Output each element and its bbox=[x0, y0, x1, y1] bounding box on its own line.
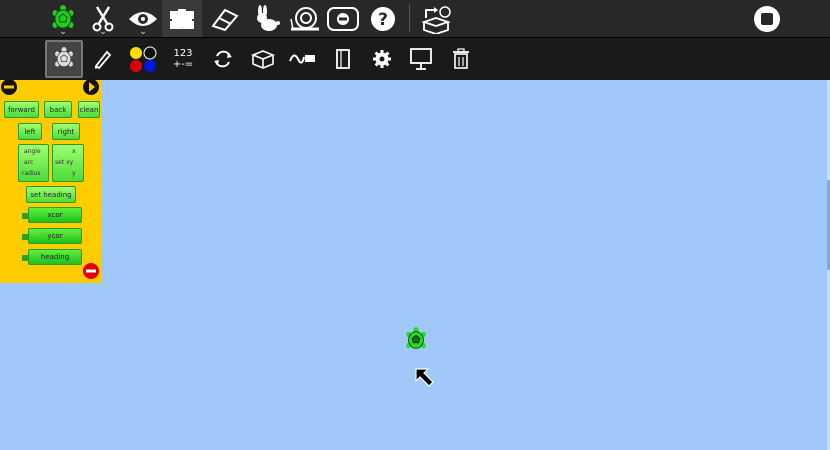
turtle-palette-button[interactable]: ⌄ bbox=[42, 0, 84, 37]
close-circle-icon bbox=[82, 262, 100, 284]
gear-icon bbox=[371, 48, 393, 70]
step-button[interactable] bbox=[322, 0, 364, 37]
arc-angle-arg: angle bbox=[24, 148, 41, 155]
run-slow-button[interactable] bbox=[284, 0, 326, 37]
block-arc[interactable]: angle arc radius bbox=[18, 144, 49, 182]
presentation-icon bbox=[409, 47, 433, 71]
block-palette: forward back clean left right angle arc … bbox=[0, 78, 101, 284]
turtle-palette-tab[interactable] bbox=[45, 40, 83, 78]
svg-text:?: ? bbox=[378, 10, 388, 30]
block-label: right bbox=[57, 127, 75, 136]
block-label: heading bbox=[40, 253, 70, 261]
presentation-palette-tab[interactable] bbox=[402, 40, 440, 78]
block-label: forward bbox=[8, 105, 35, 114]
next-palette-button[interactable] bbox=[82, 78, 100, 100]
run-fast-button[interactable] bbox=[244, 0, 286, 37]
numbers-label-bottom: +-= bbox=[172, 59, 194, 70]
block-left[interactable]: left bbox=[18, 123, 42, 140]
chevron-up-icon: ⌃ bbox=[178, 26, 186, 36]
action-icon bbox=[288, 51, 318, 67]
help-button[interactable]: ? bbox=[362, 0, 404, 37]
block-forward[interactable]: forward bbox=[4, 101, 39, 118]
numbers-palette-tab[interactable]: 123 +-= bbox=[164, 40, 202, 78]
close-palette-button[interactable] bbox=[82, 262, 100, 284]
flow-icon bbox=[212, 48, 234, 70]
block-label: clean bbox=[79, 105, 99, 114]
turtle-export-button[interactable] bbox=[416, 0, 458, 37]
block-ycor[interactable]: ycor bbox=[28, 228, 82, 244]
turtle-sprite[interactable] bbox=[404, 325, 428, 355]
collapse-palette-button[interactable] bbox=[0, 78, 18, 100]
block-back[interactable]: back bbox=[44, 101, 72, 118]
flow-palette-tab[interactable] bbox=[204, 40, 242, 78]
set-xy-label: set xy bbox=[55, 159, 74, 166]
block-label: left bbox=[24, 127, 36, 136]
eraser-icon bbox=[210, 6, 240, 32]
rabbit-icon bbox=[250, 4, 280, 33]
mouse-cursor bbox=[413, 366, 437, 394]
colors-icon bbox=[128, 45, 158, 73]
notebook-icon bbox=[334, 48, 352, 70]
toolbar-separator bbox=[409, 4, 410, 32]
trash-palette-tab[interactable] bbox=[442, 40, 480, 78]
block-label: xcor bbox=[47, 211, 63, 219]
stop-icon bbox=[326, 5, 360, 33]
set-xy-x-arg: x bbox=[72, 148, 76, 155]
turtle-export-icon bbox=[420, 4, 454, 34]
block-label: set heading bbox=[30, 190, 72, 199]
pen-icon bbox=[92, 48, 114, 70]
help-icon: ? bbox=[369, 5, 397, 33]
chevron-down-icon: ⌄ bbox=[139, 27, 147, 37]
block-label: ycor bbox=[47, 232, 63, 240]
arrow-cursor-icon bbox=[413, 368, 437, 394]
block-heading[interactable]: heading bbox=[28, 249, 82, 265]
block-set-heading[interactable]: set heading bbox=[26, 186, 76, 203]
pen-palette-tab[interactable] bbox=[84, 40, 122, 78]
numbers-label-top: 123 bbox=[173, 48, 193, 59]
trash-icon bbox=[451, 48, 471, 70]
arrow-right-icon bbox=[82, 78, 100, 100]
color-palette-tab[interactable] bbox=[124, 40, 162, 78]
turtle-icon bbox=[404, 327, 428, 359]
settings-palette-tab[interactable] bbox=[363, 40, 401, 78]
media-palette-tab[interactable] bbox=[324, 40, 362, 78]
actions-palette-tab[interactable] bbox=[284, 40, 322, 78]
chevron-down-icon: ⌄ bbox=[99, 27, 107, 37]
show-hide-button[interactable]: ⌄ bbox=[122, 0, 164, 37]
blocks-button[interactable]: ⌃ bbox=[162, 0, 202, 37]
set-xy-y-arg: y bbox=[72, 170, 76, 177]
box-icon bbox=[251, 48, 275, 70]
block-label: back bbox=[49, 105, 67, 114]
block-set-xy[interactable]: x set xy y bbox=[52, 144, 84, 182]
boxes-palette-tab[interactable] bbox=[244, 40, 282, 78]
block-right[interactable]: right bbox=[52, 123, 80, 140]
snail-icon bbox=[289, 5, 321, 33]
arc-label: arc bbox=[24, 159, 34, 166]
drawing-canvas[interactable] bbox=[0, 80, 830, 450]
stop-button[interactable] bbox=[746, 0, 788, 37]
clean-button[interactable] bbox=[204, 0, 246, 37]
block-xcor[interactable]: xcor bbox=[28, 207, 82, 223]
main-toolbar: ⌄ ⌄ ⌄ ⌃ ? bbox=[0, 0, 830, 37]
stop-circle-icon bbox=[752, 4, 782, 34]
block-clean[interactable]: clean bbox=[78, 101, 100, 118]
cut-button[interactable]: ⌄ bbox=[82, 0, 124, 37]
minus-circle-icon bbox=[0, 78, 18, 100]
turtle-icon bbox=[53, 46, 75, 72]
chevron-down-icon: ⌄ bbox=[59, 27, 67, 37]
arc-radius-arg: radius bbox=[22, 170, 41, 177]
